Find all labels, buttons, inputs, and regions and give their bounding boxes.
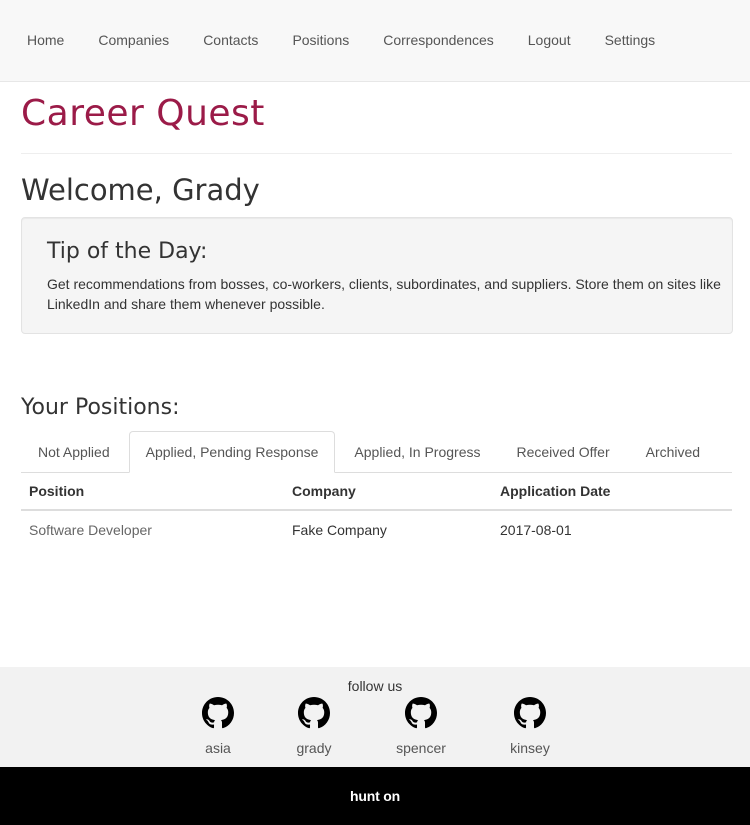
github-icon	[202, 697, 234, 729]
tab-archived[interactable]: Archived	[629, 431, 717, 473]
nav-logout-link[interactable]: Logout	[511, 0, 588, 80]
nav-correspondences-link[interactable]: Correspondences	[366, 0, 511, 80]
tab-applied-pending-response[interactable]: Applied, Pending Response	[128, 431, 336, 473]
column-header-application-date: Application Date	[492, 473, 732, 511]
github-icon	[514, 697, 546, 729]
developer-link-spencer[interactable]: spencer	[381, 697, 461, 756]
tip-of-the-day-panel: Tip of the Day: Get recommendations from…	[21, 217, 733, 334]
table-row[interactable]: Software Developer Fake Company 2017-08-…	[21, 510, 732, 548]
column-header-position: Position	[21, 473, 284, 511]
developer-link-asia[interactable]: asia	[178, 697, 258, 756]
nav-home-link[interactable]: Home	[10, 0, 81, 80]
page-title: Career Quest	[21, 93, 265, 134]
tip-heading: Tip of the Day:	[47, 239, 208, 264]
nav-contacts-link[interactable]: Contacts	[186, 0, 275, 80]
developer-name: asia	[205, 740, 231, 756]
developer-name: spencer	[396, 740, 446, 756]
top-navbar: Home Companies Contacts Positions Corres…	[0, 0, 750, 82]
nav-positions-link[interactable]: Positions	[275, 0, 366, 80]
developer-link-kinsey[interactable]: kinsey	[490, 697, 570, 756]
table-header-row: Position Company Application Date	[21, 473, 732, 511]
cell-application-date: 2017-08-01	[500, 521, 572, 538]
positions-tabs: Not Applied Applied, Pending Response Ap…	[21, 431, 732, 473]
nav-companies-link[interactable]: Companies	[81, 0, 186, 80]
welcome-heading: Welcome, Grady	[21, 173, 260, 207]
positions-heading: Your Positions:	[21, 395, 180, 420]
cell-position[interactable]: Software Developer	[21, 510, 284, 548]
developer-name: grady	[296, 740, 332, 756]
github-icon	[405, 697, 437, 729]
nav-settings-link[interactable]: Settings	[588, 0, 673, 80]
tab-applied-in-progress[interactable]: Applied, In Progress	[337, 431, 497, 473]
follow-us-label: follow us	[347, 678, 403, 694]
developer-links: asia grady spencer kinsey	[0, 697, 750, 757]
tip-text: Get recommendations from bosses, co-work…	[47, 276, 721, 312]
nav-links: Home Companies Contacts Positions Corres…	[10, 0, 672, 80]
developer-link-grady[interactable]: grady	[274, 697, 354, 756]
tab-not-applied[interactable]: Not Applied	[21, 431, 127, 473]
positions-table: Position Company Application Date Softwa…	[21, 473, 732, 548]
footer: follow us asia grady spencer kinsey	[0, 667, 750, 767]
bottom-bar: hunt on	[0, 767, 750, 825]
title-divider	[21, 153, 732, 154]
developer-name: kinsey	[510, 740, 550, 756]
github-icon	[298, 697, 330, 729]
tab-received-offer[interactable]: Received Offer	[499, 431, 626, 473]
cell-company: Fake Company	[292, 521, 387, 538]
column-header-company: Company	[284, 473, 492, 511]
tagline: hunt on	[350, 788, 400, 804]
